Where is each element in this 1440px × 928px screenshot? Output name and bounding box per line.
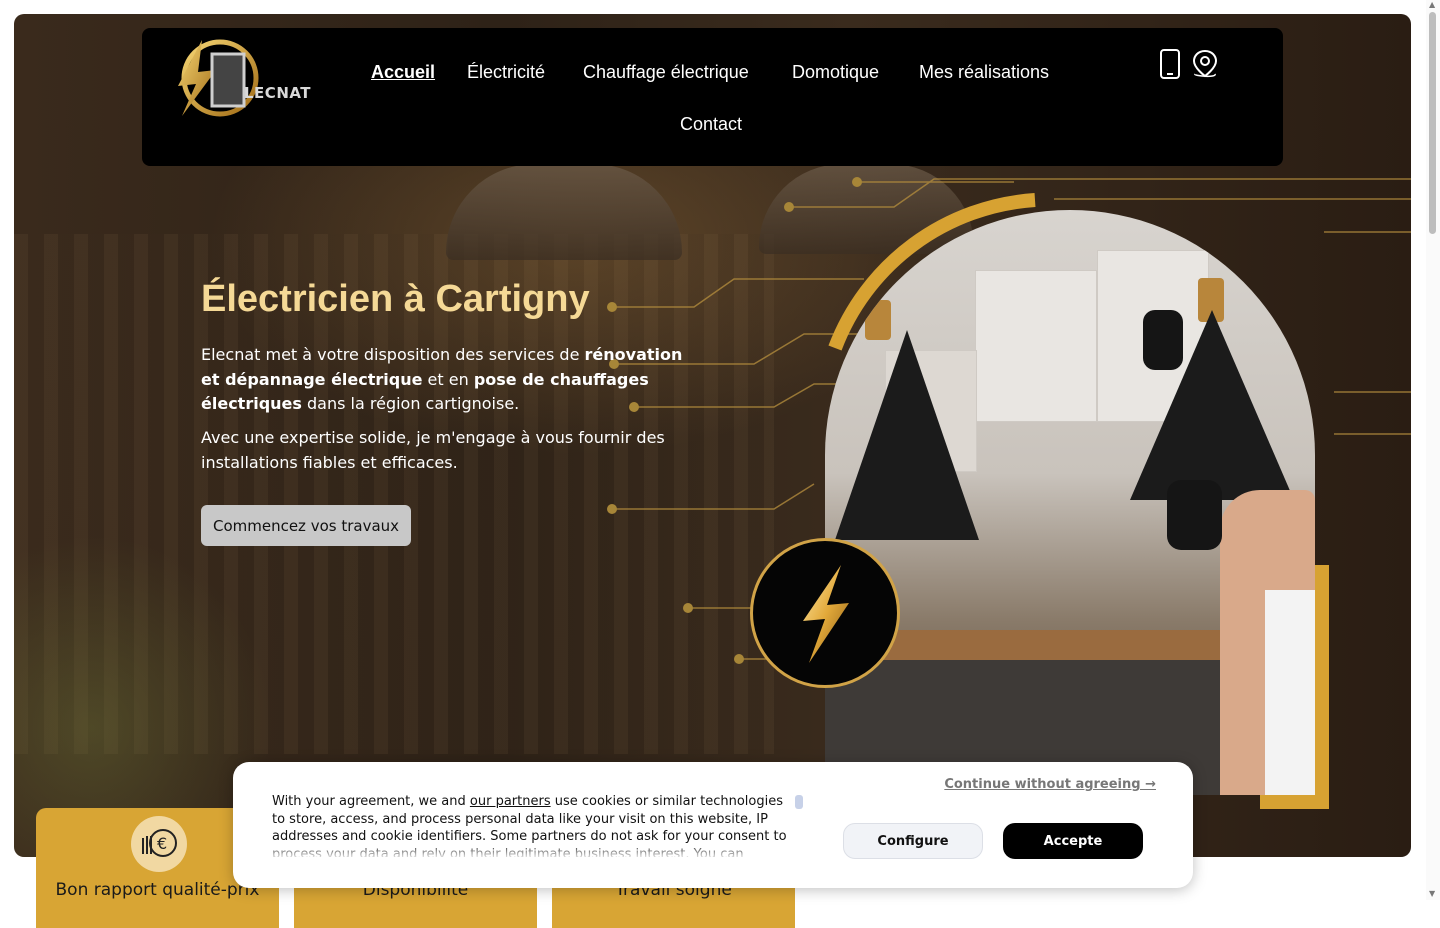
nav-contact[interactable]: Contact: [680, 114, 742, 135]
location-pin-icon[interactable]: [1190, 48, 1220, 80]
svg-text:€: €: [157, 834, 167, 853]
cookie-consent-banner: With your agreement, we and our partners…: [233, 762, 1193, 888]
scrollbar-thumb[interactable]: [1429, 12, 1436, 234]
hero-description: Elecnat met à votre disposition des serv…: [201, 343, 691, 417]
accept-button[interactable]: Accepte: [1003, 823, 1143, 859]
lightning-bolt-icon: [803, 565, 849, 663]
configure-button[interactable]: Configure: [843, 823, 983, 859]
nav-mes-realisations[interactable]: Mes réalisations: [919, 62, 1049, 83]
nav-domotique[interactable]: Domotique: [792, 62, 879, 83]
page-scrollbar[interactable]: ▲ ▼: [1426, 0, 1440, 900]
cookie-text-scrollbar[interactable]: [795, 795, 803, 809]
black-glove: [1167, 480, 1222, 550]
logo-wordmark: LECNAT: [244, 84, 312, 102]
gold-frame-decoration: [1260, 565, 1329, 809]
site-header: LECNAT Accueil Électricité Chauffage éle…: [142, 28, 1283, 166]
text-segment: et en: [422, 369, 474, 389]
euro-coins-icon: €: [131, 816, 187, 872]
nav-electricite[interactable]: Électricité: [467, 62, 545, 83]
partners-link[interactable]: our partners: [470, 794, 551, 809]
elecnat-logo[interactable]: LECNAT: [172, 34, 311, 118]
logo-emblem-icon: [178, 39, 259, 117]
text-fade: [272, 842, 802, 860]
hero-expertise-text: Avec une expertise solide, je m'engage à…: [201, 428, 665, 472]
phone-icon[interactable]: [1157, 48, 1183, 80]
nav-chauffage-electrique[interactable]: Chauffage électrique: [583, 62, 749, 83]
lightning-badge: [750, 538, 900, 688]
scroll-up-arrow-icon[interactable]: ▲: [1429, 0, 1435, 9]
scroll-down-arrow-icon[interactable]: ▼: [1429, 889, 1435, 898]
text-segment: Elecnat met à votre disposition des serv…: [201, 345, 585, 364]
hero-title: Électricien à Cartigny: [201, 278, 590, 320]
nav-accueil[interactable]: Accueil: [371, 62, 435, 83]
continue-without-agreeing-link[interactable]: Continue without agreeing →: [944, 777, 1156, 792]
start-works-button[interactable]: Commencez vos travaux: [201, 505, 411, 546]
black-lamp-shade: [835, 330, 979, 540]
text-segment: dans la région cartignoise.: [301, 394, 520, 413]
gold-arc-decoration: [828, 193, 1036, 351]
cookie-text-segment: With your agreement, we and: [272, 794, 470, 809]
black-glove: [1143, 310, 1183, 370]
